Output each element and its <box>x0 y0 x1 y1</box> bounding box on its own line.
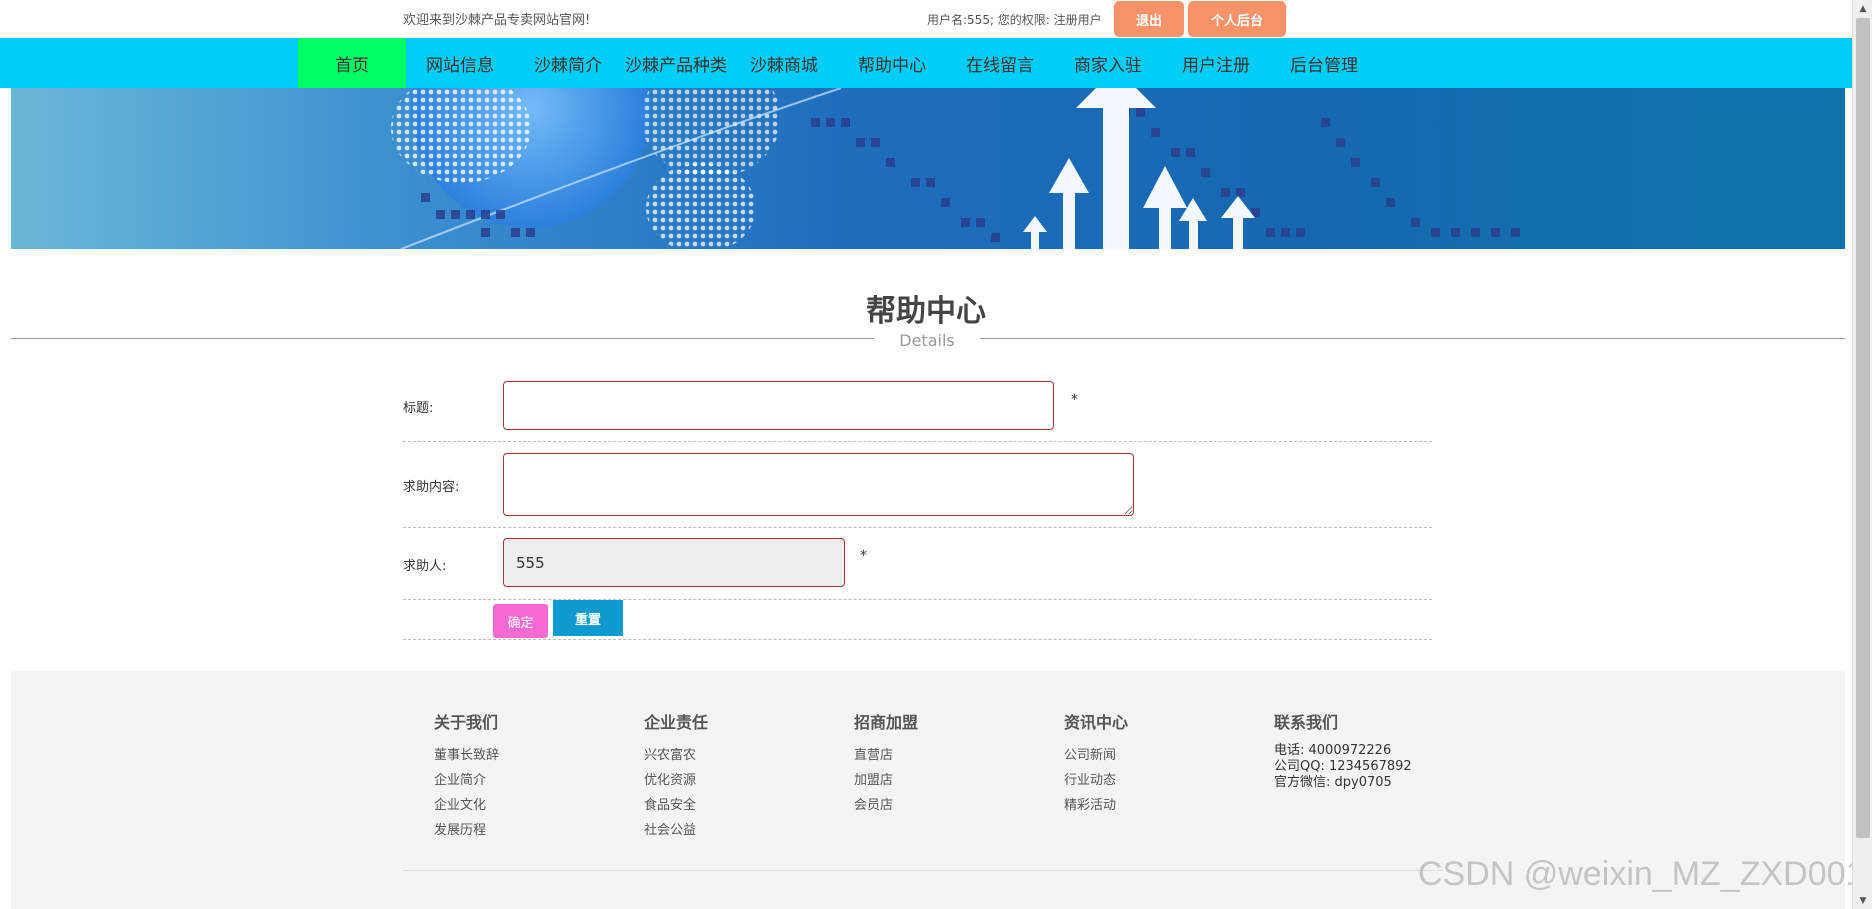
contact-qq: 公司QQ: 1234567892 <box>1274 759 1412 774</box>
nav-item-admin[interactable]: 后台管理 <box>1270 38 1378 88</box>
personal-backend-button[interactable]: 个人后台 <box>1188 1 1286 37</box>
banner-image <box>11 88 1845 249</box>
footer-link[interactable]: 加盟店 <box>854 768 918 793</box>
footer-heading: 关于我们 <box>434 713 499 732</box>
logout-button[interactable]: 退出 <box>1114 1 1184 37</box>
page: 欢迎来到沙棘产品专卖网站官网! 用户名:555; 您的权限: 注册用户 退出 个… <box>0 0 1872 909</box>
nav-item-product-types[interactable]: 沙棘产品种类 <box>622 38 730 88</box>
footer-link[interactable]: 发展历程 <box>434 818 499 843</box>
footer-link[interactable]: 会员店 <box>854 793 918 818</box>
reset-button[interactable]: 重置 <box>553 600 623 636</box>
footer-link[interactable]: 企业简介 <box>434 768 499 793</box>
nav-item-site-info[interactable]: 网站信息 <box>406 38 514 88</box>
scroll-down-arrow-icon[interactable]: ▼ <box>1853 892 1872 909</box>
nav-item-merchant[interactable]: 商家入驻 <box>1054 38 1162 88</box>
form-row-title: 标题: * <box>403 370 1432 442</box>
watermark: CSDN @weixin_MZ_ZXD001 <box>1418 855 1865 893</box>
footer-link[interactable]: 食品安全 <box>644 793 708 818</box>
footer-link[interactable]: 董事长致辞 <box>434 743 499 768</box>
vertical-scrollbar[interactable]: ▲ ▼ <box>1852 0 1872 909</box>
title-divider-right <box>980 338 1845 339</box>
scroll-thumb[interactable] <box>1856 18 1870 838</box>
title-input[interactable] <box>503 381 1054 430</box>
content-label: 求助内容: <box>403 480 460 495</box>
footer-col-franchise: 招商加盟 直营店 加盟店 会员店 <box>854 709 918 818</box>
footer-link[interactable]: 兴农富农 <box>644 743 708 768</box>
welcome-text: 欢迎来到沙棘产品专卖网站官网! <box>403 13 591 28</box>
footer-link[interactable]: 社会公益 <box>644 818 708 843</box>
contact-phone: 电话: 4000972226 <box>1274 743 1392 758</box>
page-subtitle: Details <box>899 331 955 350</box>
nav-item-message[interactable]: 在线留言 <box>946 38 1054 88</box>
footer-link[interactable]: 优化资源 <box>644 768 708 793</box>
footer-link[interactable]: 企业文化 <box>434 793 499 818</box>
page-title: 帮助中心 <box>866 294 986 329</box>
author-input[interactable] <box>503 538 845 587</box>
title-label: 标题: <box>403 401 434 416</box>
form-actions: 确定 重置 <box>403 600 1432 640</box>
form-row-content: 求助内容: <box>403 442 1432 528</box>
footer-col-about: 关于我们 董事长致辞 企业简介 企业文化 发展历程 <box>434 709 499 843</box>
nav-item-home[interactable]: 首页 <box>298 38 406 88</box>
content-textarea[interactable] <box>503 453 1134 516</box>
nav-item-help-center[interactable]: 帮助中心 <box>838 38 946 88</box>
footer-link[interactable]: 直营店 <box>854 743 918 768</box>
footer-col-responsibility: 企业责任 兴农富农 优化资源 食品安全 社会公益 <box>644 709 708 843</box>
footer-link[interactable]: 行业动态 <box>1064 768 1128 793</box>
nav-item-mall[interactable]: 沙棘商城 <box>730 38 838 88</box>
required-mark: * <box>860 548 867 564</box>
nav-item-register[interactable]: 用户注册 <box>1162 38 1270 88</box>
scroll-up-arrow-icon[interactable]: ▲ <box>1853 0 1872 17</box>
footer-heading: 企业责任 <box>644 713 709 732</box>
title-divider-left <box>11 338 874 339</box>
footer-col-contact: 联系我们 电话: 4000972226 公司QQ: 1234567892 官方微… <box>1274 709 1412 791</box>
footer-heading: 资讯中心 <box>1064 713 1129 732</box>
author-label: 求助人: <box>403 559 447 574</box>
form-row-author: 求助人: * <box>403 528 1432 600</box>
confirm-button[interactable]: 确定 <box>493 604 548 638</box>
footer-col-news: 资讯中心 公司新闻 行业动态 精彩活动 <box>1064 709 1128 818</box>
top-bar: 欢迎来到沙棘产品专卖网站官网! 用户名:555; 您的权限: 注册用户 退出 个… <box>0 0 1852 38</box>
banner-graphic <box>391 88 1520 249</box>
footer-link[interactable]: 精彩活动 <box>1064 793 1128 818</box>
required-mark: * <box>1071 392 1078 408</box>
contact-wechat: 官方微信: dpy0705 <box>1274 775 1392 790</box>
footer-heading: 招商加盟 <box>854 713 919 732</box>
main-nav: 首页 网站信息 沙棘简介 沙棘产品种类 沙棘商城 帮助中心 在线留言 商家入驻 … <box>0 38 1852 88</box>
footer-heading: 联系我们 <box>1274 713 1339 732</box>
nav-item-intro[interactable]: 沙棘简介 <box>514 38 622 88</box>
footer-link[interactable]: 公司新闻 <box>1064 743 1128 768</box>
user-info-text: 用户名:555; 您的权限: 注册用户 <box>927 13 1102 27</box>
footer-divider <box>403 870 1443 871</box>
